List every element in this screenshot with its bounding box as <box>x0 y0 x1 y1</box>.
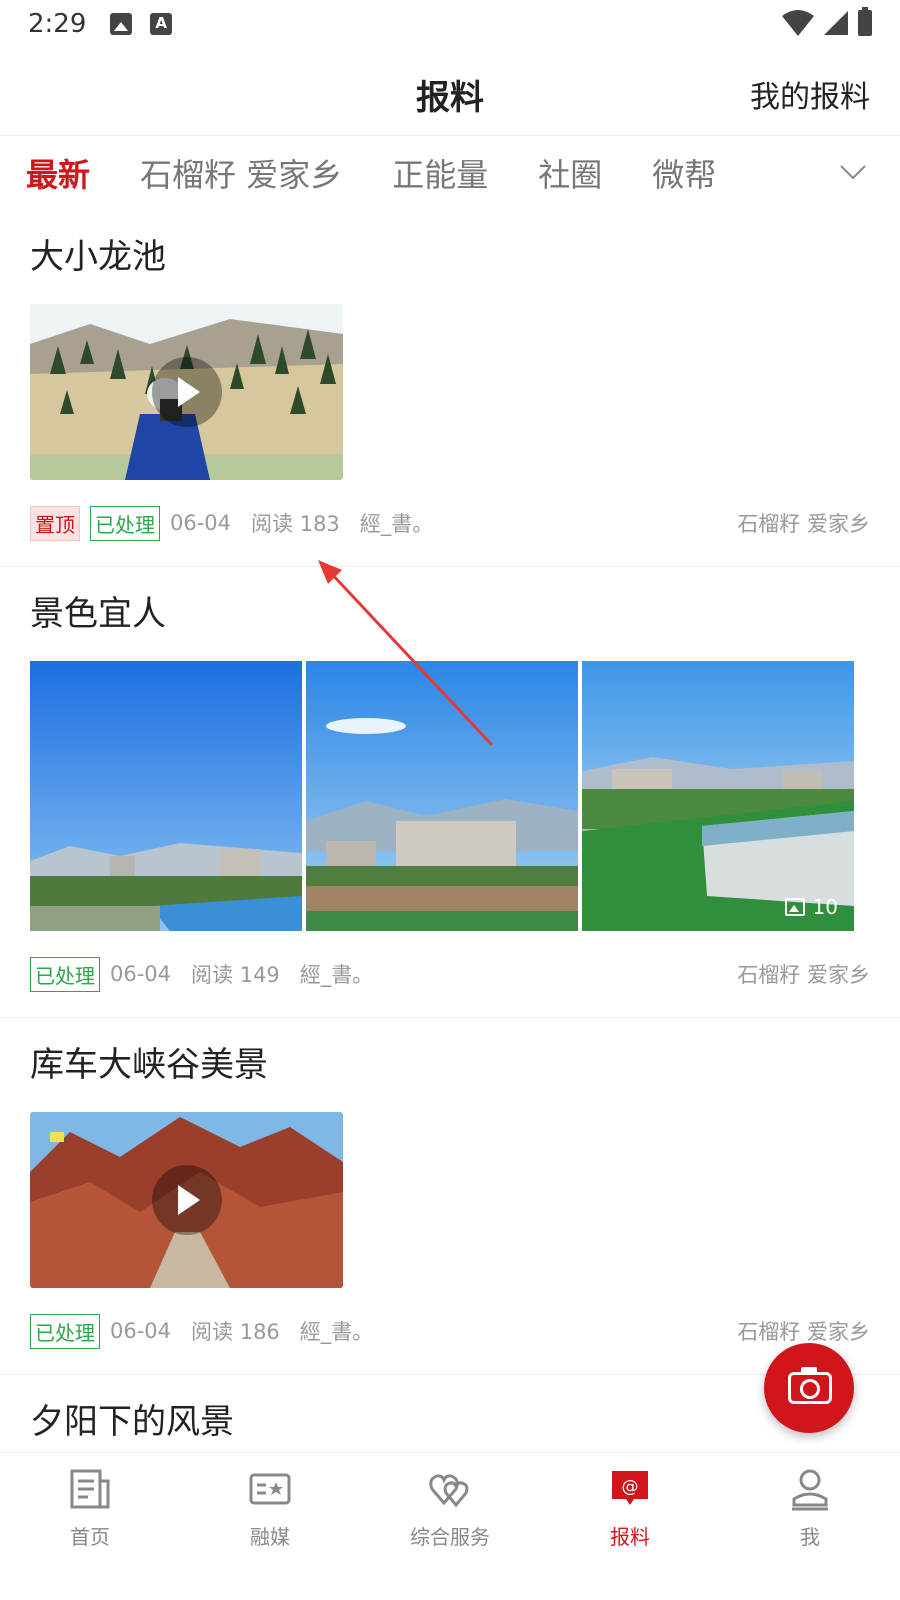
status-badge: 已处理 <box>30 1313 100 1349</box>
post-card[interactable]: 库车大峡谷美景 已处理 06-04 阅读 186 經_書。 石榴籽 爱家乡 <box>0 1018 900 1375</box>
news-icon <box>70 1469 110 1509</box>
camera-icon <box>788 1367 832 1404</box>
nav-label: 融媒 <box>250 1525 290 1549</box>
bottom-nav: 首页 融媒 综合服务 @ 报料 我 <box>0 1452 900 1600</box>
my-reports-link[interactable]: 我的报料 <box>750 72 870 116</box>
post-card[interactable]: 大小龙池 置顶 已处理 06-04 阅读 183 經_書。 石榴籽 爱家乡 <box>0 210 900 567</box>
report-screen: 2:29 报料 我的报料 最新 石榴籽 爱家乡 正能量 社圈 微帮 大小龙池 <box>0 0 900 1600</box>
video-thumbnail[interactable] <box>30 1112 343 1288</box>
report-icon: @ <box>612 1471 648 1505</box>
font-notification-icon <box>150 13 173 35</box>
image-icon <box>784 898 805 916</box>
post-meta: 置顶 已处理 06-04 阅读 183 經_書。 石榴籽 爱家乡 <box>30 480 870 566</box>
post-title[interactable]: 夕阳下的风景 <box>30 1397 870 1447</box>
post-title[interactable]: 库车大峡谷美景 <box>30 1040 870 1090</box>
post-reads: 阅读 149 <box>191 963 280 987</box>
nav-label: 报料 <box>610 1525 650 1549</box>
image-grid: 10 <box>30 661 870 931</box>
chevron-down-icon[interactable] <box>840 159 866 185</box>
nav-report[interactable]: @ 报料 <box>540 1453 720 1600</box>
post-source[interactable]: 石榴籽 爱家乡 <box>737 508 870 538</box>
status-badge: 已处理 <box>30 956 100 992</box>
post-reads: 阅读 186 <box>191 1320 280 1344</box>
post-reads: 阅读 183 <box>251 512 340 536</box>
nav-me[interactable]: 我 <box>720 1453 900 1600</box>
battery-icon <box>858 7 872 36</box>
post-image[interactable] <box>306 661 578 931</box>
video-thumbnail[interactable] <box>30 304 343 480</box>
post-title[interactable]: 景色宜人 <box>30 589 870 639</box>
camera-report-button[interactable] <box>764 1343 854 1433</box>
post-feed: 大小龙池 置顶 已处理 06-04 阅读 183 經_書。 石榴籽 爱家乡 景色… <box>0 210 900 1447</box>
tab-community[interactable]: 社圈 <box>538 150 602 196</box>
nav-services[interactable]: 综合服务 <box>360 1453 540 1600</box>
post-title[interactable]: 大小龙池 <box>30 232 870 282</box>
nav-media[interactable]: 融媒 <box>180 1453 360 1600</box>
nav-home[interactable]: 首页 <box>0 1453 180 1600</box>
play-button[interactable] <box>152 1165 222 1235</box>
post-meta: 已处理 06-04 阅读 186 經_書。 石榴籽 爱家乡 <box>30 1288 870 1374</box>
svg-text:@: @ <box>622 1477 639 1497</box>
app-header: 报料 我的报料 <box>0 48 900 136</box>
post-source[interactable]: 石榴籽 爱家乡 <box>737 959 870 989</box>
category-tabs: 最新 石榴籽 爱家乡 正能量 社圈 微帮 <box>0 137 900 209</box>
tab-hometown[interactable]: 石榴籽 爱家乡 <box>140 150 342 196</box>
tab-positive-energy[interactable]: 正能量 <box>392 150 488 196</box>
post-author[interactable]: 經_書。 <box>360 508 434 538</box>
post-source[interactable]: 石榴籽 爱家乡 <box>737 1316 870 1346</box>
post-image[interactable] <box>30 661 302 931</box>
post-meta: 已处理 06-04 阅读 149 經_書。 石榴籽 爱家乡 <box>30 931 870 1017</box>
pinned-badge: 置顶 <box>30 505 80 541</box>
post-author[interactable]: 經_書。 <box>300 1316 374 1346</box>
post-date: 06-04 <box>110 1319 172 1343</box>
post-author[interactable]: 經_書。 <box>300 959 374 989</box>
media-icon <box>249 1473 291 1505</box>
nav-label: 首页 <box>70 1525 110 1549</box>
status-badge: 已处理 <box>90 505 160 541</box>
post-card[interactable]: 景色宜人 10 已处理 06-04 阅读 149 經_書。 石榴籽 爱家乡 <box>0 567 900 1018</box>
tab-latest[interactable]: 最新 <box>26 150 90 196</box>
post-date: 06-04 <box>170 511 232 535</box>
nav-label: 我 <box>800 1525 820 1549</box>
image-count: 10 <box>784 895 838 919</box>
signal-icon <box>824 11 848 35</box>
post-date: 06-04 <box>110 962 172 986</box>
tab-micro-help[interactable]: 微帮 <box>652 150 716 196</box>
wifi-icon <box>782 10 814 36</box>
gallery-notification-icon <box>110 13 133 35</box>
play-button[interactable] <box>152 357 222 427</box>
hearts-icon <box>429 1474 469 1508</box>
post-image[interactable]: 10 <box>582 661 854 931</box>
status-bar: 2:29 <box>0 0 900 48</box>
nav-label: 综合服务 <box>410 1525 490 1549</box>
status-time: 2:29 <box>28 9 87 39</box>
profile-icon <box>792 1469 828 1511</box>
image-count-value: 10 <box>812 895 838 919</box>
